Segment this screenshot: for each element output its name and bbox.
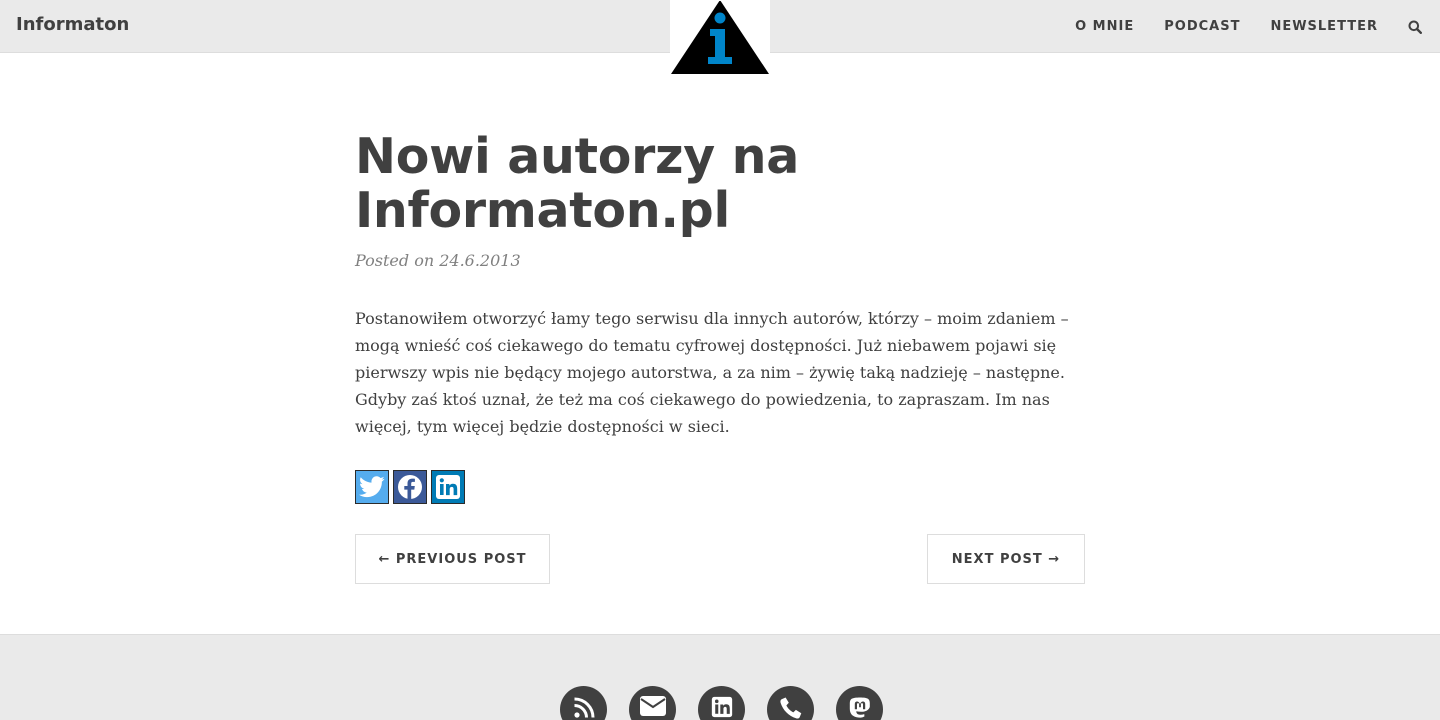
post-title: Nowi autorzy na Informaton.pl: [355, 128, 799, 239]
footer-rss-link[interactable]: [560, 686, 607, 720]
twitter-icon: [359, 476, 385, 498]
facebook-icon: [398, 475, 422, 499]
footer: [0, 634, 1440, 720]
previous-post-button[interactable]: ← PREVIOUS POST: [355, 534, 550, 584]
footer-mastodon-link[interactable]: [836, 686, 883, 720]
share-facebook-button[interactable]: [393, 470, 427, 504]
post-body: Postanowiłem otworzyć łamy tego serwisu …: [355, 309, 1069, 436]
email-icon: [639, 696, 666, 716]
footer-email-link[interactable]: [629, 686, 676, 720]
post-meta: Posted on 24.6.2013: [355, 251, 521, 270]
nav-link-o-mnie[interactable]: O MNIE: [1075, 19, 1134, 34]
footer-linkedin-link[interactable]: [698, 686, 745, 720]
search-icon[interactable]: [1408, 19, 1424, 35]
phone-icon: [779, 697, 801, 719]
linkedin-icon: [436, 475, 460, 499]
info-triangle-logo: [670, 0, 770, 74]
post-date: 24.6.2013: [439, 251, 521, 270]
rss-icon: [573, 697, 594, 718]
mastodon-icon: [849, 697, 870, 718]
nav-link-newsletter[interactable]: NEWSLETTER: [1270, 19, 1378, 34]
brand-link[interactable]: Informaton: [16, 14, 129, 35]
share-buttons: [355, 470, 465, 504]
linkedin-icon: [711, 696, 732, 718]
post-meta-prefix: Posted on: [355, 251, 435, 270]
footer-social-links: [560, 686, 883, 720]
footer-phone-link[interactable]: [767, 686, 814, 720]
share-linkedin-button[interactable]: [431, 470, 465, 504]
site-logo[interactable]: [670, 0, 770, 76]
nav-links: O MNIE PODCAST NEWSLETTER: [1075, 0, 1440, 53]
next-post-button[interactable]: NEXT POST →: [927, 534, 1085, 584]
share-twitter-button[interactable]: [355, 470, 389, 504]
nav-link-podcast[interactable]: PODCAST: [1164, 19, 1240, 34]
